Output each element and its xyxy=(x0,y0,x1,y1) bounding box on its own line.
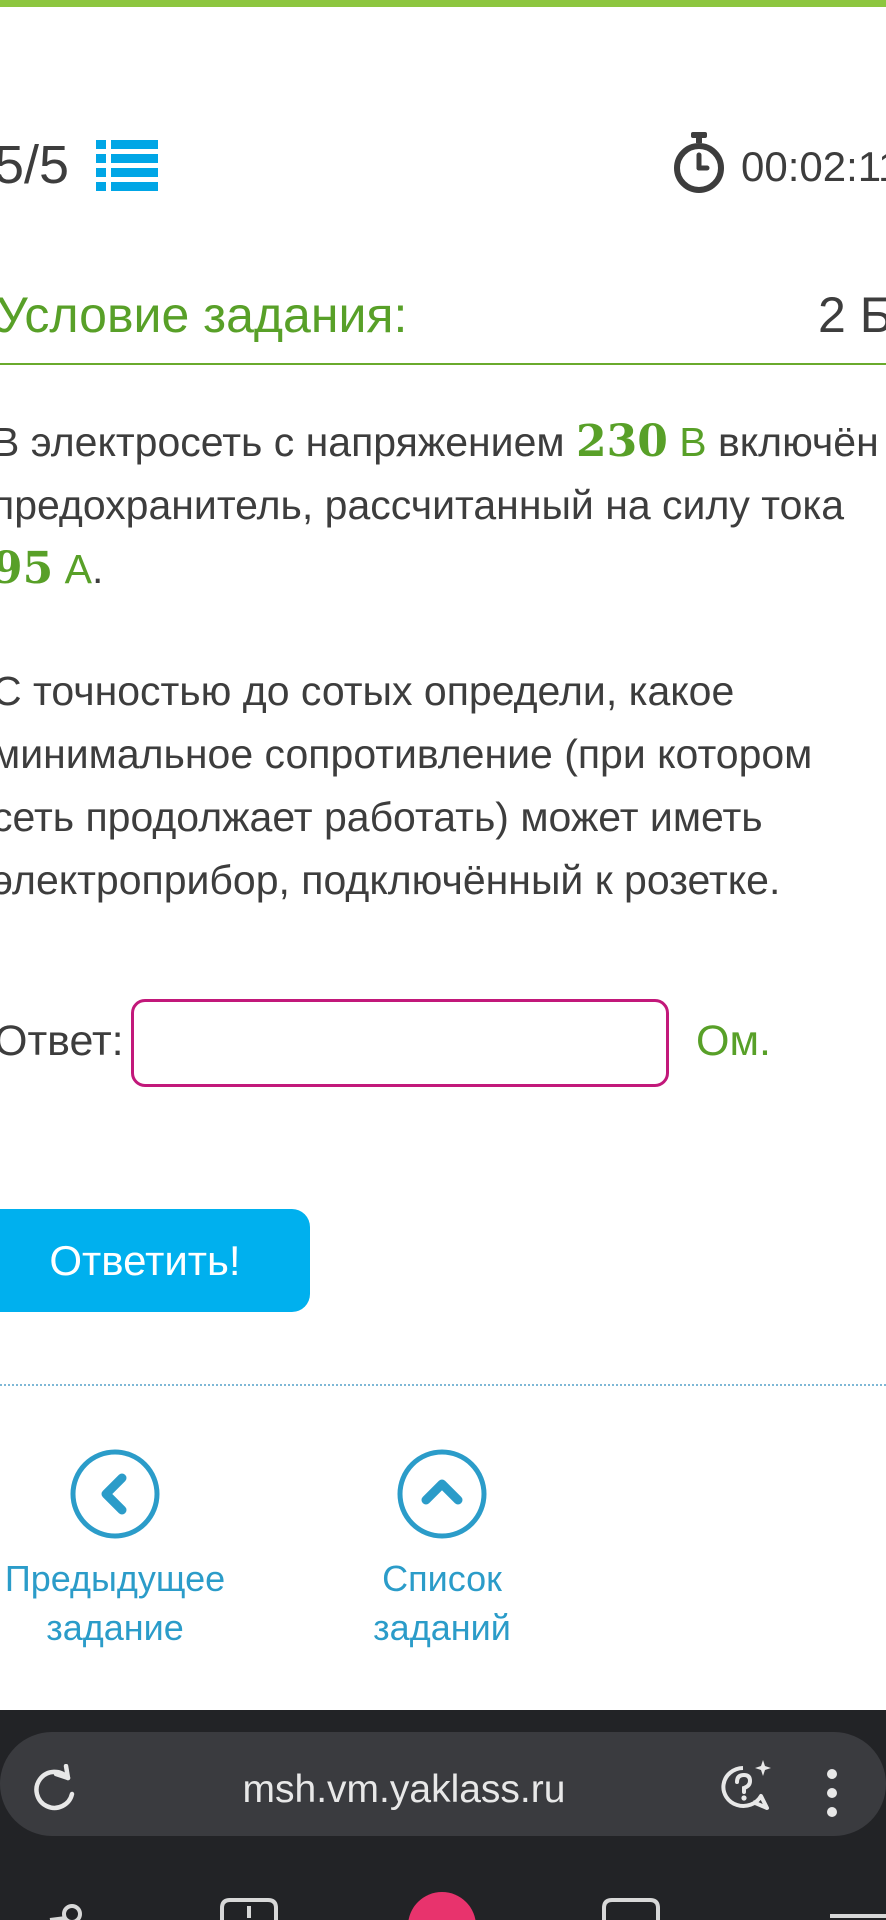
condition-divider xyxy=(0,363,886,365)
more-vert-icon[interactable] xyxy=(820,1768,844,1818)
problem-text: . xyxy=(91,546,104,592)
voltage-value: 230 xyxy=(575,416,668,467)
browser-bottom-nav xyxy=(49,1892,886,1920)
task-points: 2 Б. xyxy=(818,287,886,343)
submit-answer-button[interactable]: Ответить! xyxy=(0,1209,310,1312)
answer-input[interactable] xyxy=(131,999,669,1087)
assistant-icon[interactable] xyxy=(717,1760,775,1816)
top-accent-bar xyxy=(0,0,886,7)
previous-task-link[interactable]: Предыдущее задание xyxy=(0,1448,250,1652)
task-list-label-line2: заданий xyxy=(373,1607,511,1648)
task-progress: 5/5 xyxy=(0,135,70,195)
current-unit: А xyxy=(53,546,92,592)
problem-text: В электросеть с напряжением xyxy=(0,419,576,465)
task-list-label-line1: Список xyxy=(382,1558,502,1599)
task-list-link[interactable]: Список заданий xyxy=(312,1448,572,1652)
current-value: 95 xyxy=(0,543,54,594)
answer-label: Ответ: xyxy=(0,1017,124,1065)
problem-paragraph-2: С точностью до сотых определи, какое мин… xyxy=(0,668,813,903)
chevron-left-icon xyxy=(70,1449,160,1539)
url-text[interactable]: msh.vm.yaklass.ru xyxy=(0,1768,808,1812)
list-icon[interactable] xyxy=(96,138,158,194)
answer-unit: Ом. xyxy=(696,1017,771,1065)
timer-value: 00:02:11 xyxy=(741,143,886,190)
voltage-unit: В xyxy=(667,419,707,465)
chevron-up-icon xyxy=(397,1449,487,1539)
task-header: 5/5 00:02:11 xyxy=(0,130,886,200)
previous-task-label-line1: Предыдущее xyxy=(4,1558,226,1599)
previous-task-label-line2: задание xyxy=(46,1607,184,1648)
problem-paragraph-1: В электросеть с напряжением 230 В включё… xyxy=(0,410,886,601)
stopwatch-icon xyxy=(674,132,724,193)
browser-toolbar: msh.vm.yaklass.ru xyxy=(0,1710,886,1920)
section-divider xyxy=(0,1384,886,1386)
condition-title: Условие задания: xyxy=(0,287,408,343)
